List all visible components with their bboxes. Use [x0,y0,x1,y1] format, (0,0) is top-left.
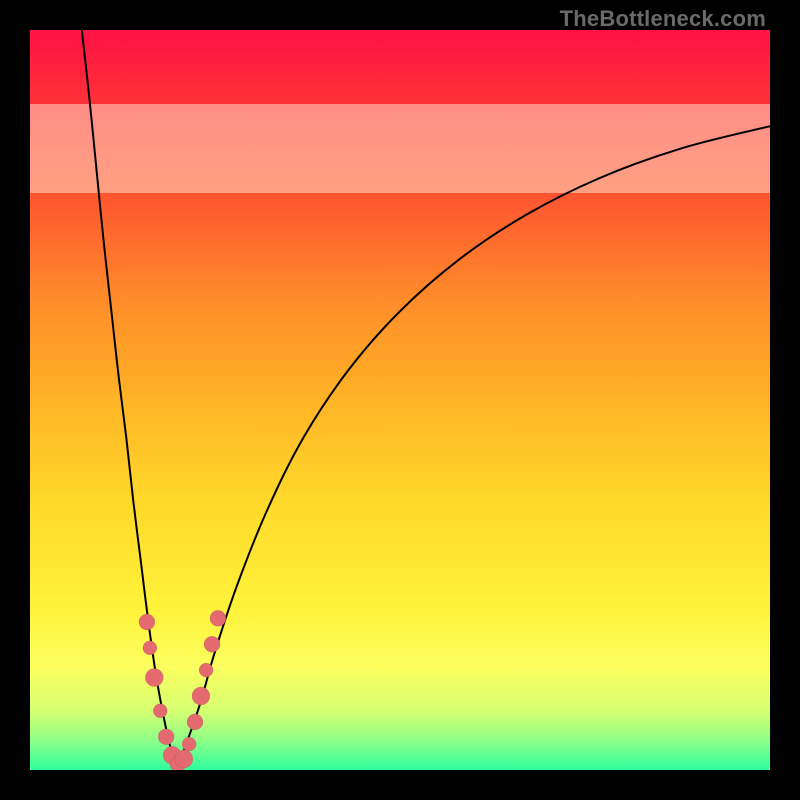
marker-point [182,737,196,751]
marker-point [139,614,155,630]
marker-point [158,729,174,745]
left-curve [82,30,178,766]
marker-point [192,687,210,705]
marker-point [143,641,157,655]
marker-point [175,750,193,768]
plot-area [30,30,770,770]
right-curve [178,126,770,766]
marker-point [199,663,213,677]
marker-point [204,636,220,652]
marker-point [153,704,167,718]
valley-points [139,610,226,770]
marker-point [187,714,203,730]
curves-layer [30,30,770,770]
watermark-text: TheBottleneck.com [560,6,766,32]
chart-frame: TheBottleneck.com [0,0,800,800]
marker-point [210,610,226,626]
marker-point [145,669,163,687]
